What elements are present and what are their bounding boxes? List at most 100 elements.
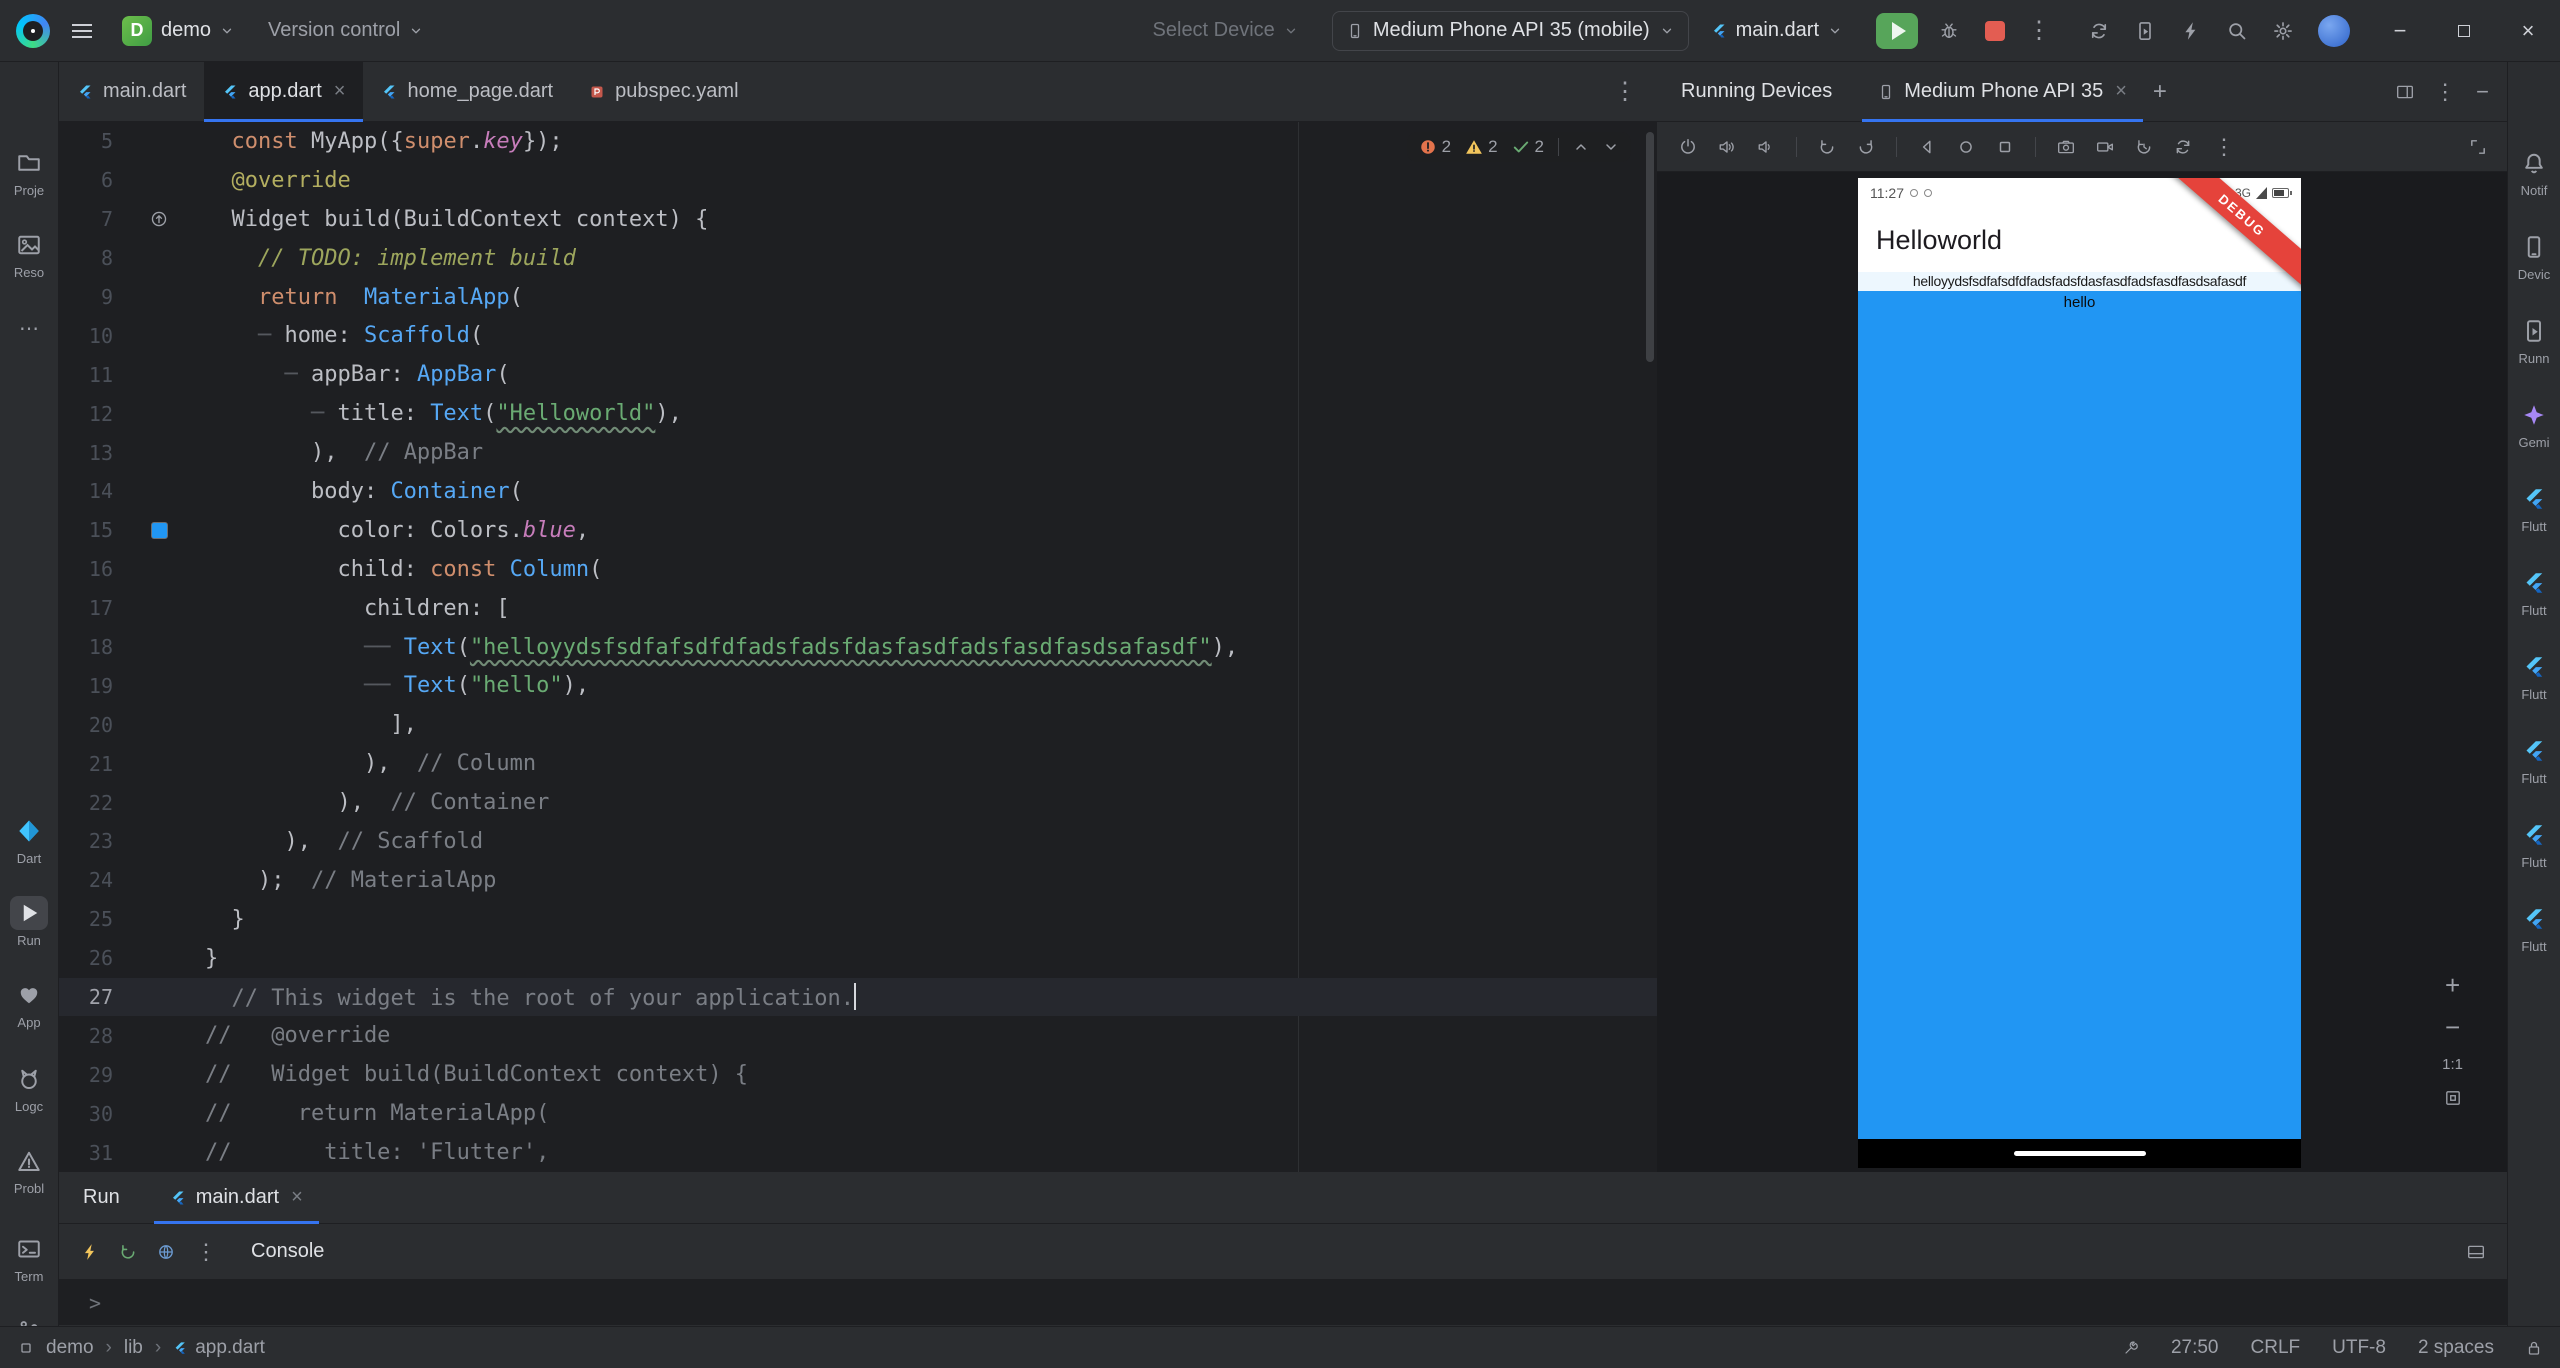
tool-button-flutt[interactable]: Flutt	[2508, 650, 2560, 702]
code-line[interactable]: 29// Widget build(BuildContext context) …	[59, 1055, 1657, 1094]
code-line[interactable]: 21 ), // Column	[59, 744, 1657, 783]
code-line[interactable]: 15 color: Colors.blue,	[59, 511, 1657, 550]
tool-button-proje[interactable]: Proje	[0, 146, 58, 198]
tool-button-probl[interactable]: Probl	[0, 1144, 58, 1196]
rotl-button[interactable]	[1818, 138, 1836, 156]
run-button[interactable]	[1876, 13, 1918, 49]
recents-button[interactable]	[1996, 138, 2014, 156]
editor-tab-main-dart[interactable]: main.dart	[59, 62, 204, 122]
power-button[interactable]	[1679, 138, 1697, 156]
tool-button-runn[interactable]: Runn	[2508, 314, 2560, 366]
code-line[interactable]: 16 child: const Column(	[59, 550, 1657, 589]
code-line[interactable]: 20 ],	[59, 705, 1657, 744]
stop-button[interactable]	[1976, 13, 2014, 49]
tool-button-flutt[interactable]: Flutt	[2508, 482, 2560, 534]
project-selector[interactable]: D demo	[122, 16, 234, 46]
globe-button[interactable]	[157, 1243, 175, 1261]
tool-button-reso[interactable]: Reso	[0, 228, 58, 280]
device-manager-button[interactable]	[2126, 12, 2164, 50]
warn-inspection-badge[interactable]: 2	[1465, 137, 1497, 157]
minimize-button[interactable]: −	[2368, 0, 2432, 62]
editor-scrollbar[interactable]	[1646, 132, 1654, 362]
code-line[interactable]: 22 ), // Container	[59, 783, 1657, 822]
hide-panel-button[interactable]: −	[2476, 81, 2489, 103]
inspections-widget[interactable]: 222	[1407, 132, 1631, 162]
override-gutter-icon[interactable]	[113, 210, 205, 228]
code-line[interactable]: 11 ─ appBar: AppBar(	[59, 355, 1657, 394]
panel-options-button[interactable]: ⋮	[2434, 81, 2456, 103]
code-line[interactable]: 9 return MaterialApp(	[59, 278, 1657, 317]
zoom-in-button[interactable]: +	[2445, 972, 2460, 998]
layout-settings-icon[interactable]	[2467, 1243, 2485, 1261]
tab-list-icon[interactable]: ⋮	[1613, 77, 1637, 106]
volup-button[interactable]	[1718, 138, 1736, 156]
code-line[interactable]: 24 ); // MaterialApp	[59, 861, 1657, 900]
code-line[interactable]: 13 ), // AppBar	[59, 433, 1657, 472]
tool-button-devic[interactable]: Devic	[2508, 230, 2560, 282]
home-button[interactable]	[1957, 138, 1975, 156]
prev-problem-button[interactable]	[1573, 139, 1589, 155]
code-line[interactable]: 7 Widget build(BuildContext context) {	[59, 200, 1657, 239]
editor-tab-home-page-dart[interactable]: home_page.dart	[363, 62, 571, 122]
lock-icon[interactable]	[2526, 1340, 2542, 1356]
code-line[interactable]: 27 // This widget is the root of your ap…	[59, 978, 1657, 1017]
err-inspection-badge[interactable]: 2	[1419, 137, 1451, 157]
add-device-tab-button[interactable]: +	[2153, 78, 2167, 106]
close-button[interactable]: ×	[2496, 0, 2560, 62]
user-avatar[interactable]	[2318, 15, 2350, 47]
device-dropdown[interactable]: Medium Phone API 35 (mobile)	[1332, 11, 1689, 51]
close-icon[interactable]: ×	[334, 80, 346, 103]
vcs-selector[interactable]: Version control	[268, 19, 423, 42]
tool-button-more[interactable]: ⋯	[0, 312, 58, 346]
indent-setting[interactable]: 2 spaces	[2418, 1337, 2494, 1359]
code-line[interactable]: 25 }	[59, 900, 1657, 939]
split-icon[interactable]	[2396, 83, 2414, 101]
voldown-button[interactable]	[1757, 138, 1775, 156]
tool-button-term[interactable]: Term	[0, 1232, 58, 1284]
console-output[interactable]: >	[59, 1280, 2507, 1325]
code-line[interactable]: 12 ─ title: Text("Helloworld"),	[59, 394, 1657, 433]
wrench-icon[interactable]	[2123, 1340, 2139, 1356]
sync-button[interactable]	[2174, 138, 2192, 156]
caret-position[interactable]: 27:50	[2171, 1337, 2219, 1359]
color-preview-chip[interactable]	[151, 522, 168, 539]
select-device-dropdown[interactable]: Select Device	[1153, 19, 1298, 42]
code-line[interactable]: 31// title: 'Flutter',	[59, 1133, 1657, 1172]
restore-button[interactable]	[2135, 138, 2153, 156]
run-tab-main-dart[interactable]: main.dart ×	[154, 1172, 319, 1224]
more-actions-button[interactable]: ⋮	[2024, 16, 2054, 45]
main-menu-icon[interactable]	[72, 24, 92, 38]
settings-button[interactable]	[2264, 12, 2302, 50]
code-line[interactable]: 19 ── Text("hello"),	[59, 666, 1657, 705]
tool-button-flutt[interactable]: Flutt	[2508, 902, 2560, 954]
device-tab[interactable]: Medium Phone API 35 ×	[1862, 62, 2143, 122]
code-line[interactable]: 10 ─ home: Scaffold(	[59, 316, 1657, 355]
code-line[interactable]: 28// @override	[59, 1016, 1657, 1055]
rerun-button[interactable]	[119, 1243, 137, 1261]
editor-tab-app-dart[interactable]: app.dart×	[204, 62, 363, 122]
code-line[interactable]: 14 body: Container(	[59, 472, 1657, 511]
sync-project-button[interactable]	[2080, 12, 2118, 50]
code-line[interactable]: 18 ── Text("helloyydsfsdfafsdfdfadsfadsf…	[59, 628, 1657, 667]
fit-screen-icon[interactable]	[2444, 1089, 2462, 1107]
code-line[interactable]: 30// return MaterialApp(	[59, 1094, 1657, 1133]
tool-button-flutt[interactable]: Flutt	[2508, 734, 2560, 786]
debug-button[interactable]	[1930, 12, 1968, 50]
maximize-button[interactable]	[2432, 0, 2496, 62]
editor-tab-pubspec-yaml[interactable]: pubspec.yaml	[571, 62, 756, 122]
close-icon[interactable]: ×	[291, 1186, 303, 1209]
bolt-button[interactable]	[81, 1243, 99, 1261]
code-line[interactable]: 6 @override	[59, 161, 1657, 200]
tool-button-app[interactable]: App	[0, 978, 58, 1030]
search-everywhere-button[interactable]	[2218, 12, 2256, 50]
rotr-button[interactable]	[1857, 138, 1875, 156]
more-button[interactable]: ⋮	[195, 1241, 217, 1263]
file-encoding[interactable]: UTF-8	[2332, 1337, 2386, 1359]
next-problem-button[interactable]	[1603, 139, 1619, 155]
gesture-pill[interactable]	[2014, 1151, 2146, 1156]
checkg-inspection-badge[interactable]: 2	[1512, 137, 1544, 157]
close-icon[interactable]: ×	[2115, 80, 2127, 103]
tool-button-run[interactable]: Run	[0, 896, 58, 948]
breadcrumb-item-app-dart[interactable]: app.dart	[173, 1337, 265, 1359]
breadcrumb-item-demo[interactable]: demo	[46, 1337, 94, 1359]
